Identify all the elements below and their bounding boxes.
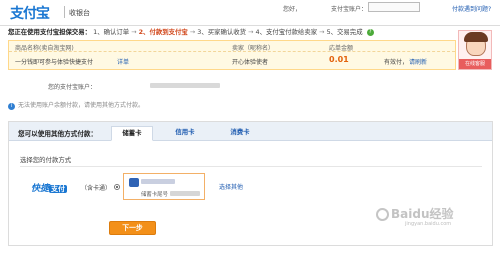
refresh-link[interactable]: 请刷新 [409, 57, 427, 66]
tab-consumer-card[interactable]: 消费卡 [219, 126, 261, 141]
step-arrow: → [319, 28, 325, 36]
step-1: 1、确认订单 [93, 28, 130, 36]
help-link[interactable]: 付款遇到问题? [452, 4, 491, 13]
step-3: 3、买家确认收货 [197, 28, 247, 36]
bank-icon [129, 178, 139, 187]
baidu-watermark: Baidu经验 [376, 205, 454, 222]
top-bar: 支付宝 收银台 您好， 支付宝账户： 付款遇到问题? [0, 0, 500, 26]
divider [20, 166, 482, 167]
step-2-active: 2、付款到支付宝 [138, 28, 188, 36]
baidu-paw-icon [376, 208, 389, 221]
card-number-blur [170, 191, 200, 196]
order-amount: 0.01 [329, 55, 349, 64]
kuaijie-logo: 快捷 支付 [31, 181, 68, 194]
kuaijie-text: 快捷 [31, 184, 50, 194]
account-field [368, 2, 420, 12]
notice-text: 无法使用账户余额付款，请使用其他方式付款。 [18, 102, 145, 109]
balance-notice: i 无法使用账户余额付款，请使用其他方式付款。 [8, 100, 493, 112]
method-tabs: 您可以使用其他方式付款： 储蓄卡 信用卡 消费卡 [9, 122, 492, 141]
step-arrow: → [131, 28, 137, 36]
step-arrow: → [248, 28, 254, 36]
methods-title: 您可以使用其他方式付款： [18, 130, 98, 138]
watermark-text: Baidu经验 [391, 207, 454, 221]
customer-service-avatar[interactable]: 在线客服 [458, 30, 492, 70]
watermark-subtext: jingyan.baidu.com [405, 221, 452, 227]
seller-text: 开心体验使者 [232, 59, 269, 66]
step-arrow: → [189, 28, 196, 36]
bank-name-blur [141, 179, 175, 184]
col-amount: 応单金额 [329, 45, 354, 52]
tab-debit-card[interactable]: 储蓄卡 [111, 126, 153, 141]
amount-suffix: 有效付， [384, 59, 409, 66]
flow-lead: 您正在使用支付宝担保交易： [8, 28, 92, 36]
online-service-label: 在线客服 [459, 59, 491, 69]
step-4: 4、支付宝付款给卖家 [255, 28, 318, 36]
next-step-button[interactable]: 下一步 [109, 221, 156, 235]
order-summary: 商品名称(卖自淘宝网) 卖家（昵称名） 応单金额 一分钱即可参与体验快捷支付 详… [8, 40, 456, 70]
step-5: 5、交易完成 [326, 28, 363, 36]
alipay-logo[interactable]: 支付宝 [10, 3, 62, 22]
account-value-blur [150, 83, 220, 88]
col-seller: 卖家（昵称名） [232, 45, 275, 52]
product-text: 一分钱即可参与体验快捷支付 [15, 59, 94, 66]
col-product: 商品名称(卖自淘宝网) [15, 45, 74, 52]
site-name: 收银台 [69, 9, 90, 17]
kuaijie-subtitle: （含卡通） [81, 185, 112, 192]
payment-methods-panel: 您可以使用其他方式付款： 储蓄卡 信用卡 消费卡 选择您的付款方式 快捷 支付 （… [8, 121, 493, 246]
card-number-label: 储蓄卡尾号 [141, 192, 168, 198]
info-icon: i [8, 103, 15, 110]
section-label: 选择您的付款方式 [20, 156, 72, 164]
avatar-hair-icon [464, 32, 488, 42]
account-line: 您的支付宝账户： [48, 84, 97, 91]
card-radio[interactable] [114, 184, 120, 190]
kuaijie-pay-badge: 支付 [49, 185, 68, 193]
account-label: 支付宝账户： [331, 6, 368, 13]
choose-other-link[interactable]: 选择其他 [219, 182, 243, 191]
tab-credit-card[interactable]: 信用卡 [164, 126, 206, 141]
order-row: 一分钱即可参与体验快捷支付 详单 开心体验使者 0.01 有效付， 请刷新 [9, 52, 455, 70]
detail-link[interactable]: 详单 [117, 57, 129, 66]
order-header: 商品名称(卖自淘宝网) 卖家（昵称名） 応单金额 [9, 41, 455, 52]
progress-steps: 您正在使用支付宝担保交易： 1、确认订单 → 2、付款到支付宝 → 3、买家确认… [8, 27, 493, 39]
saved-card[interactable]: 储蓄卡尾号 [123, 173, 205, 200]
help-icon[interactable]: ? [366, 28, 374, 36]
logo-divider [64, 6, 65, 18]
greeting-text: 您好， [283, 6, 302, 13]
